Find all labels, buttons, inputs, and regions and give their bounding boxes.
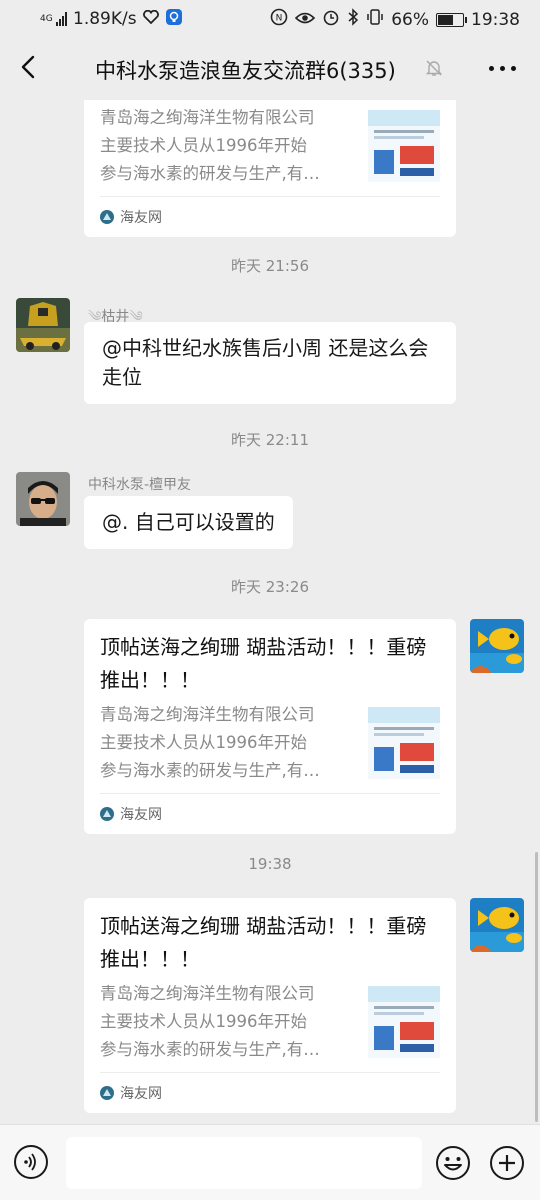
card-source: 海友网 <box>100 1072 440 1113</box>
card-source-name: 海友网 <box>120 807 162 823</box>
notification-icon <box>165 8 183 30</box>
heart-icon <box>142 9 159 28</box>
card-line: 参与海水素的研发与生产,有… <box>100 164 320 183</box>
link-card-top[interactable]: 青岛海之绚海洋生物有限公司 主要技术人员从1996年开始 参与海水素的研发与生产… <box>84 100 456 237</box>
network-speed: 1.89K/s <box>73 9 137 29</box>
avatar[interactable] <box>16 298 70 352</box>
card-line: 青岛海之绚海洋生物有限公司 <box>100 108 315 127</box>
card-line: 主要技术人员从1996年开始 <box>100 136 307 155</box>
card-thumbnail <box>368 707 440 779</box>
my-avatar[interactable] <box>470 619 524 673</box>
card-line: 青岛海之绚海洋生物有限公司 <box>100 984 315 1003</box>
chat-title: 中科水泵造浪鱼友交流群6(335) <box>95 59 396 83</box>
card-thumbnail <box>368 986 440 1058</box>
timestamp: 昨天 23:26 <box>231 578 309 596</box>
back-arrow-icon[interactable] <box>14 52 44 82</box>
title-bar: 中科水泵造浪鱼友交流群6(335) <box>0 38 540 100</box>
avatar[interactable] <box>16 472 70 526</box>
card-description: 青岛海之绚海洋生物有限公司 主要技术人员从1996年开始 参与海水素的研发与生产… <box>100 701 356 785</box>
timestamp: 19:38 <box>248 855 292 873</box>
card-description: 青岛海之绚海洋生物有限公司 主要技术人员从1996年开始 参与海水素的研发与生产… <box>100 980 356 1064</box>
vibrate-icon <box>366 8 384 31</box>
bell-muted-icon <box>424 58 444 78</box>
link-card[interactable]: 顶帖送海之绚珊 瑚盐活动！！！重磅推出！！！ 青岛海之绚海洋生物有限公司 主要技… <box>84 619 456 834</box>
alarm-icon <box>322 8 340 31</box>
card-line: 主要技术人员从1996年开始 <box>100 1012 307 1031</box>
card-thumbnail <box>368 110 440 182</box>
timestamp: 昨天 21:56 <box>231 257 309 275</box>
my-avatar[interactable] <box>470 898 524 952</box>
card-source: 海友网 <box>100 793 440 834</box>
emoji-icon[interactable] <box>435 1145 471 1181</box>
timestamp: 昨天 22:11 <box>231 431 309 449</box>
card-line: 青岛海之绚海洋生物有限公司 <box>100 705 315 724</box>
voice-icon[interactable] <box>14 1145 48 1179</box>
status-time: 19:38 <box>471 9 520 30</box>
card-line: 参与海水素的研发与生产,有… <box>100 761 320 780</box>
more-dots-icon[interactable] <box>489 66 516 71</box>
sender-name: 中科水泵-檀甲友 <box>88 477 192 493</box>
eye-icon <box>295 10 316 30</box>
bluetooth-icon <box>347 8 359 31</box>
input-bar <box>0 1124 540 1200</box>
message-input[interactable] <box>66 1137 422 1189</box>
card-source: 海友网 <box>100 196 440 237</box>
scrollbar[interactable] <box>535 852 538 1122</box>
card-title: 顶帖送海之绚珊 瑚盐活动！！！重磅推出！！！ <box>100 914 427 971</box>
chat-message-list[interactable]: 青岛海之绚海洋生物有限公司 主要技术人员从1996年开始 参与海水素的研发与生产… <box>0 100 540 1124</box>
card-line: 参与海水素的研发与生产,有… <box>100 1040 320 1059</box>
svg-text:N: N <box>276 14 283 24</box>
signal-icon <box>56 12 67 26</box>
card-line: 主要技术人员从1996年开始 <box>100 733 307 752</box>
status-bar: 4G 1.89K/s N 66% 19:38 <box>0 0 540 38</box>
message-bubble[interactable]: @中科世纪水族售后小周 还是这么会走位 <box>84 322 456 404</box>
battery-icon <box>436 12 467 27</box>
card-source-name: 海友网 <box>120 1086 162 1102</box>
card-source-name: 海友网 <box>120 210 162 226</box>
message-bubble[interactable]: @. 自己可以设置的 <box>84 496 293 549</box>
card-title: 顶帖送海之绚珊 瑚盐活动！！！重磅推出！！！ <box>100 635 427 692</box>
link-card[interactable]: 顶帖送海之绚珊 瑚盐活动！！！重磅推出！！！ 青岛海之绚海洋生物有限公司 主要技… <box>84 898 456 1113</box>
nfc-icon: N <box>270 8 288 31</box>
battery-percent: 66% <box>391 9 429 30</box>
card-description: 青岛海之绚海洋生物有限公司 主要技术人员从1996年开始 参与海水素的研发与生产… <box>100 104 356 188</box>
source-logo-icon <box>100 807 114 821</box>
network-type: 4G <box>40 13 53 24</box>
source-logo-icon <box>100 210 114 224</box>
plus-icon[interactable] <box>489 1145 525 1181</box>
source-logo-icon <box>100 1086 114 1100</box>
